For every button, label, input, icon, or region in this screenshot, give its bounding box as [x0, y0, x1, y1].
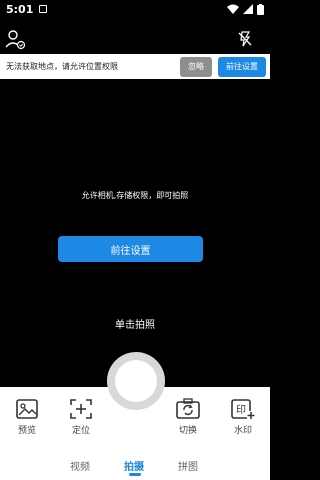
switch-camera-tool[interactable]: 切换 [173, 398, 203, 436]
crosshair-icon [70, 399, 92, 419]
notification-icon [39, 5, 48, 13]
cell-signal-icon [243, 4, 253, 14]
location-permission-banner: 无法获取地点，请允许位置权限 忽略 前往设置 [0, 54, 270, 79]
ignore-button[interactable]: 忽略 [180, 56, 212, 77]
status-icons [227, 3, 264, 15]
watermark-label: 水印 [233, 426, 252, 436]
gallery-icon [16, 399, 38, 419]
tab-photo[interactable]: 拍摄 [124, 458, 144, 473]
watermark-icon: 印 [231, 399, 255, 419]
svg-text:印: 印 [236, 404, 246, 416]
camera-top-bar [0, 28, 270, 54]
preview-label: 预览 [17, 426, 36, 436]
tap-to-shoot-hint: 单击拍照 [115, 320, 155, 331]
flash-off-icon[interactable] [238, 31, 252, 47]
battery-icon [257, 3, 264, 15]
open-settings-button[interactable]: 前往设置 [58, 236, 203, 262]
shutter-button[interactable] [107, 352, 165, 410]
tab-collage[interactable]: 拼图 [178, 458, 198, 473]
wifi-icon [227, 4, 239, 14]
banner-settings-button[interactable]: 前往设置 [218, 56, 266, 77]
switch-label: 切换 [178, 426, 197, 436]
mode-tabs: 视频 拍摄 拼图 [0, 455, 270, 480]
locate-tool[interactable]: 定位 [66, 398, 96, 436]
locate-label: 定位 [71, 426, 90, 436]
active-tab-indicator [129, 473, 141, 476]
camera-viewfinder[interactable] [0, 79, 270, 387]
switch-camera-icon [176, 398, 200, 419]
preview-tool[interactable]: 预览 [12, 398, 42, 436]
permission-message: 允许相机,存储权限，即可拍照 [81, 191, 189, 200]
status-bar: 5:01 [0, 0, 270, 18]
user-check-icon[interactable] [4, 28, 26, 50]
status-time: 5:01 [6, 2, 34, 16]
banner-message: 无法获取地点，请允许位置权限 [6, 62, 118, 71]
watermark-tool[interactable]: 印 水印 [228, 398, 258, 436]
shutter-inner [115, 360, 157, 402]
tab-video[interactable]: 视频 [70, 458, 90, 473]
